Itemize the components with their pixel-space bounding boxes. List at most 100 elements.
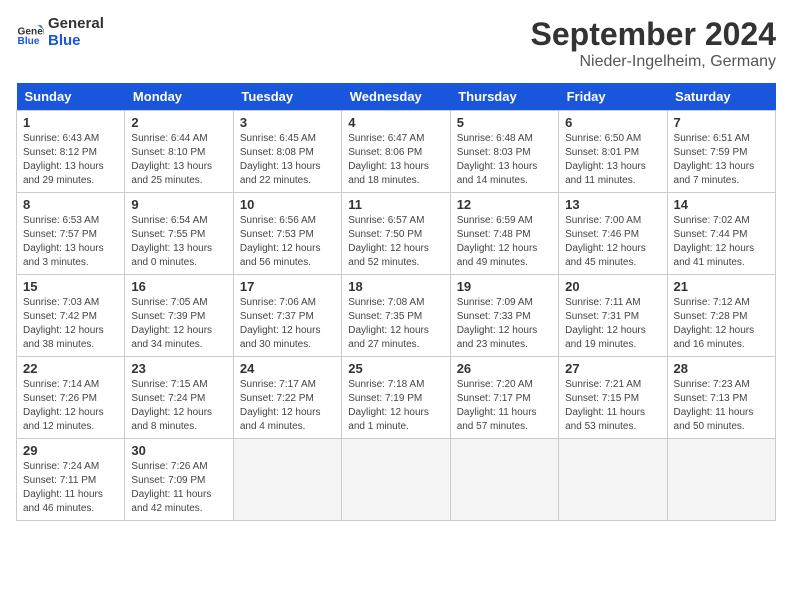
calendar-week-row: 29 Sunrise: 7:24 AMSunset: 7:11 PMDaylig… xyxy=(17,439,776,521)
day-info: Sunrise: 7:20 AMSunset: 7:17 PMDaylight:… xyxy=(457,378,552,434)
calendar-day-cell: 28 Sunrise: 7:23 AMSunset: 7:13 PMDaylig… xyxy=(667,357,775,439)
calendar-day-cell: 12 Sunrise: 6:59 AMSunset: 7:48 PMDaylig… xyxy=(450,193,558,275)
day-info: Sunrise: 6:59 AMSunset: 7:48 PMDaylight:… xyxy=(457,214,552,270)
calendar-day-cell: 11 Sunrise: 6:57 AMSunset: 7:50 PMDaylig… xyxy=(342,193,450,275)
day-info: Sunrise: 6:53 AMSunset: 7:57 PMDaylight:… xyxy=(23,214,118,270)
day-info: Sunrise: 7:09 AMSunset: 7:33 PMDaylight:… xyxy=(457,296,552,352)
day-info: Sunrise: 6:56 AMSunset: 7:53 PMDaylight:… xyxy=(240,214,335,270)
day-info: Sunrise: 6:47 AMSunset: 8:06 PMDaylight:… xyxy=(348,132,443,188)
calendar-day-cell: 27 Sunrise: 7:21 AMSunset: 7:15 PMDaylig… xyxy=(559,357,667,439)
calendar-day-cell: 9 Sunrise: 6:54 AMSunset: 7:55 PMDayligh… xyxy=(125,193,233,275)
day-number: 15 xyxy=(23,279,118,294)
logo-general: General xyxy=(48,16,104,33)
day-number: 9 xyxy=(131,197,226,212)
title-area: September 2024 Nieder-Ingelheim, Germany xyxy=(531,16,776,71)
col-thursday: Thursday xyxy=(450,83,558,111)
calendar-day-cell xyxy=(559,439,667,521)
calendar-day-cell: 25 Sunrise: 7:18 AMSunset: 7:19 PMDaylig… xyxy=(342,357,450,439)
calendar-day-cell: 21 Sunrise: 7:12 AMSunset: 7:28 PMDaylig… xyxy=(667,275,775,357)
col-saturday: Saturday xyxy=(667,83,775,111)
day-info: Sunrise: 6:57 AMSunset: 7:50 PMDaylight:… xyxy=(348,214,443,270)
logo-blue: Blue xyxy=(48,33,104,50)
calendar-day-cell: 4 Sunrise: 6:47 AMSunset: 8:06 PMDayligh… xyxy=(342,111,450,193)
day-info: Sunrise: 6:45 AMSunset: 8:08 PMDaylight:… xyxy=(240,132,335,188)
day-number: 8 xyxy=(23,197,118,212)
calendar-day-cell: 22 Sunrise: 7:14 AMSunset: 7:26 PMDaylig… xyxy=(17,357,125,439)
day-info: Sunrise: 7:21 AMSunset: 7:15 PMDaylight:… xyxy=(565,378,660,434)
day-info: Sunrise: 7:12 AMSunset: 7:28 PMDaylight:… xyxy=(674,296,769,352)
day-number: 16 xyxy=(131,279,226,294)
calendar-day-cell: 13 Sunrise: 7:00 AMSunset: 7:46 PMDaylig… xyxy=(559,193,667,275)
day-info: Sunrise: 7:06 AMSunset: 7:37 PMDaylight:… xyxy=(240,296,335,352)
day-info: Sunrise: 7:18 AMSunset: 7:19 PMDaylight:… xyxy=(348,378,443,434)
day-number: 7 xyxy=(674,115,769,130)
day-info: Sunrise: 7:11 AMSunset: 7:31 PMDaylight:… xyxy=(565,296,660,352)
calendar-subtitle: Nieder-Ingelheim, Germany xyxy=(531,53,776,71)
calendar-day-cell: 26 Sunrise: 7:20 AMSunset: 7:17 PMDaylig… xyxy=(450,357,558,439)
day-number: 26 xyxy=(457,361,552,376)
col-tuesday: Tuesday xyxy=(233,83,341,111)
day-info: Sunrise: 7:23 AMSunset: 7:13 PMDaylight:… xyxy=(674,378,769,434)
day-info: Sunrise: 7:08 AMSunset: 7:35 PMDaylight:… xyxy=(348,296,443,352)
calendar-day-cell: 3 Sunrise: 6:45 AMSunset: 8:08 PMDayligh… xyxy=(233,111,341,193)
calendar-day-cell: 1 Sunrise: 6:43 AMSunset: 8:12 PMDayligh… xyxy=(17,111,125,193)
day-number: 1 xyxy=(23,115,118,130)
day-number: 25 xyxy=(348,361,443,376)
calendar-day-cell: 18 Sunrise: 7:08 AMSunset: 7:35 PMDaylig… xyxy=(342,275,450,357)
day-number: 14 xyxy=(674,197,769,212)
day-number: 10 xyxy=(240,197,335,212)
calendar-day-cell: 17 Sunrise: 7:06 AMSunset: 7:37 PMDaylig… xyxy=(233,275,341,357)
day-number: 21 xyxy=(674,279,769,294)
day-number: 27 xyxy=(565,361,660,376)
calendar-day-cell: 29 Sunrise: 7:24 AMSunset: 7:11 PMDaylig… xyxy=(17,439,125,521)
col-friday: Friday xyxy=(559,83,667,111)
calendar-header-row: Sunday Monday Tuesday Wednesday Thursday… xyxy=(17,83,776,111)
col-sunday: Sunday xyxy=(17,83,125,111)
calendar-day-cell: 20 Sunrise: 7:11 AMSunset: 7:31 PMDaylig… xyxy=(559,275,667,357)
day-number: 13 xyxy=(565,197,660,212)
day-number: 2 xyxy=(131,115,226,130)
day-number: 11 xyxy=(348,197,443,212)
calendar-day-cell: 19 Sunrise: 7:09 AMSunset: 7:33 PMDaylig… xyxy=(450,275,558,357)
calendar-day-cell: 5 Sunrise: 6:48 AMSunset: 8:03 PMDayligh… xyxy=(450,111,558,193)
day-number: 5 xyxy=(457,115,552,130)
day-info: Sunrise: 6:50 AMSunset: 8:01 PMDaylight:… xyxy=(565,132,660,188)
calendar-day-cell: 6 Sunrise: 6:50 AMSunset: 8:01 PMDayligh… xyxy=(559,111,667,193)
calendar-day-cell: 2 Sunrise: 6:44 AMSunset: 8:10 PMDayligh… xyxy=(125,111,233,193)
calendar-day-cell: 16 Sunrise: 7:05 AMSunset: 7:39 PMDaylig… xyxy=(125,275,233,357)
day-info: Sunrise: 7:02 AMSunset: 7:44 PMDaylight:… xyxy=(674,214,769,270)
day-number: 19 xyxy=(457,279,552,294)
calendar-week-row: 22 Sunrise: 7:14 AMSunset: 7:26 PMDaylig… xyxy=(17,357,776,439)
day-info: Sunrise: 7:03 AMSunset: 7:42 PMDaylight:… xyxy=(23,296,118,352)
calendar-day-cell: 30 Sunrise: 7:26 AMSunset: 7:09 PMDaylig… xyxy=(125,439,233,521)
day-info: Sunrise: 6:54 AMSunset: 7:55 PMDaylight:… xyxy=(131,214,226,270)
page-header: General Blue General Blue September 2024… xyxy=(16,16,776,71)
svg-text:Blue: Blue xyxy=(18,35,40,46)
day-info: Sunrise: 7:14 AMSunset: 7:26 PMDaylight:… xyxy=(23,378,118,434)
day-info: Sunrise: 7:17 AMSunset: 7:22 PMDaylight:… xyxy=(240,378,335,434)
calendar-day-cell xyxy=(450,439,558,521)
day-info: Sunrise: 6:44 AMSunset: 8:10 PMDaylight:… xyxy=(131,132,226,188)
calendar-day-cell xyxy=(342,439,450,521)
day-number: 18 xyxy=(348,279,443,294)
day-number: 17 xyxy=(240,279,335,294)
col-wednesday: Wednesday xyxy=(342,83,450,111)
day-number: 24 xyxy=(240,361,335,376)
day-number: 28 xyxy=(674,361,769,376)
calendar-day-cell: 24 Sunrise: 7:17 AMSunset: 7:22 PMDaylig… xyxy=(233,357,341,439)
col-monday: Monday xyxy=(125,83,233,111)
day-info: Sunrise: 6:51 AMSunset: 7:59 PMDaylight:… xyxy=(674,132,769,188)
calendar-day-cell xyxy=(233,439,341,521)
calendar-day-cell: 8 Sunrise: 6:53 AMSunset: 7:57 PMDayligh… xyxy=(17,193,125,275)
calendar-week-row: 15 Sunrise: 7:03 AMSunset: 7:42 PMDaylig… xyxy=(17,275,776,357)
day-info: Sunrise: 6:43 AMSunset: 8:12 PMDaylight:… xyxy=(23,132,118,188)
day-info: Sunrise: 7:05 AMSunset: 7:39 PMDaylight:… xyxy=(131,296,226,352)
calendar-day-cell: 15 Sunrise: 7:03 AMSunset: 7:42 PMDaylig… xyxy=(17,275,125,357)
day-number: 30 xyxy=(131,443,226,458)
day-number: 23 xyxy=(131,361,226,376)
calendar-week-row: 1 Sunrise: 6:43 AMSunset: 8:12 PMDayligh… xyxy=(17,111,776,193)
day-info: Sunrise: 7:26 AMSunset: 7:09 PMDaylight:… xyxy=(131,460,226,516)
day-info: Sunrise: 6:48 AMSunset: 8:03 PMDaylight:… xyxy=(457,132,552,188)
calendar-day-cell xyxy=(667,439,775,521)
calendar-day-cell: 14 Sunrise: 7:02 AMSunset: 7:44 PMDaylig… xyxy=(667,193,775,275)
